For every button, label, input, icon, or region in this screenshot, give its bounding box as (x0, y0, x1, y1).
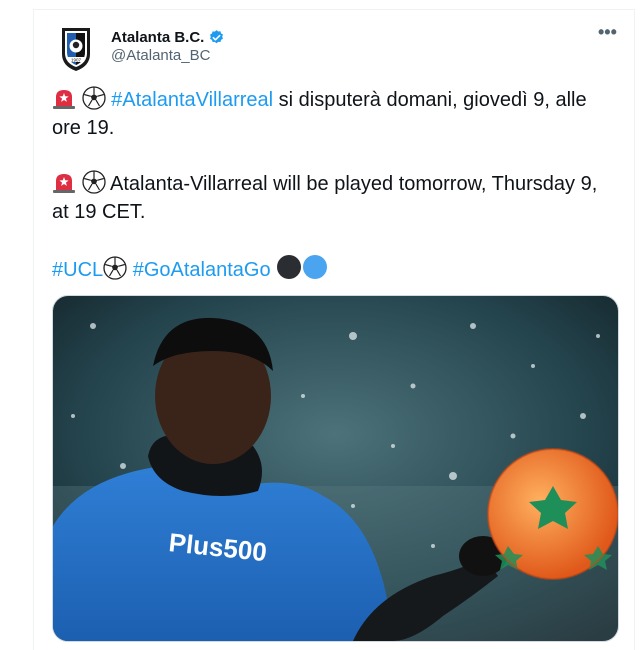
soccer-ball-icon (81, 86, 106, 110)
svg-text:1907: 1907 (71, 57, 82, 62)
soccer-ball-icon (81, 170, 106, 194)
tweet-paragraph-english: Atalanta-Villarreal will be played tomor… (52, 170, 617, 226)
tweet-paragraph-italian: #AtalantaVillarreal si disputerà domani,… (52, 86, 617, 142)
tweet-line-english: Atalanta-Villarreal will be played tomor… (52, 173, 598, 223)
author-handle[interactable]: @Atalanta_BC (111, 47, 210, 64)
hashtag-go-atalanta-go[interactable]: #GoAtalantaGo (133, 259, 271, 281)
verified-badge-icon (210, 29, 224, 43)
blue-circle-icon (303, 255, 328, 279)
hashtag-ucl[interactable]: #UCL (52, 259, 103, 281)
hashtag-atalanta-villarreal[interactable]: #AtalantaVillarreal (111, 89, 273, 111)
soccer-ball-icon (103, 256, 127, 280)
police-light-icon (53, 174, 75, 193)
author-avatar[interactable]: 1907 (58, 24, 94, 72)
police-light-icon (53, 90, 75, 109)
tweet-text: #AtalantaVillarreal si disputerà domani,… (52, 86, 617, 312)
photo-scene: Plus500 (53, 296, 618, 641)
author-name-row[interactable]: Atalanta B.C. (111, 27, 225, 47)
tweet-media-photo[interactable]: Plus500 (52, 295, 619, 642)
more-options-icon[interactable]: ••• (598, 22, 617, 43)
black-circle-icon (277, 255, 302, 279)
author-name[interactable]: Atalanta B.C. (111, 29, 204, 46)
tweet-paragraph-hashtags: #UCL #GoAtalantaGo (52, 254, 617, 284)
